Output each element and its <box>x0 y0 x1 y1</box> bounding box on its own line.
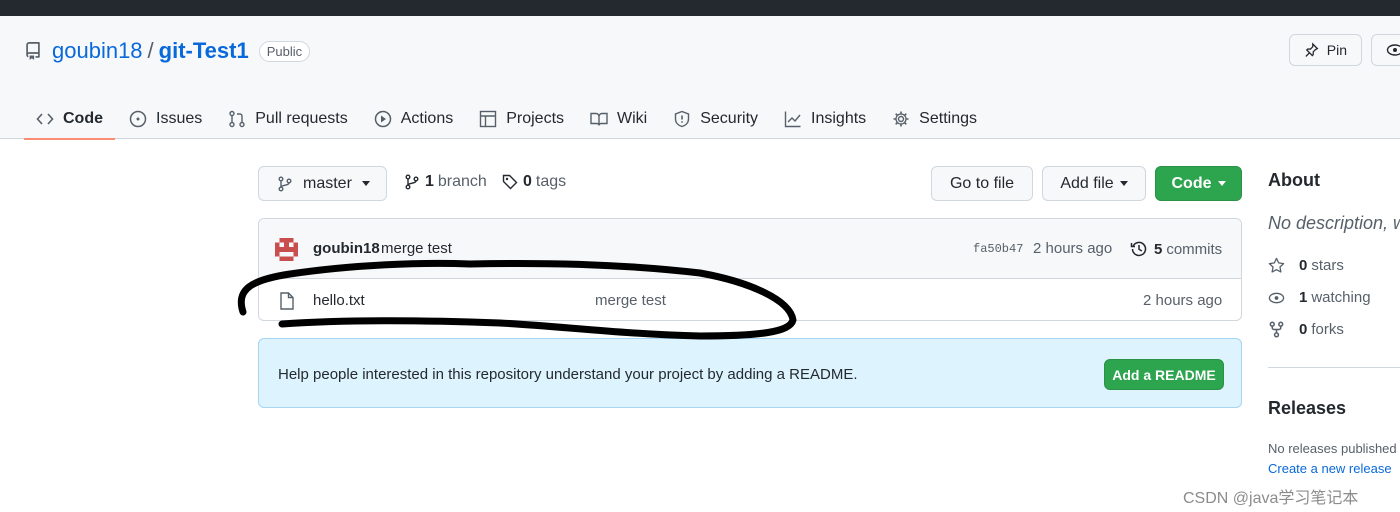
readme-banner: Help people interested in this repositor… <box>258 338 1242 408</box>
commit-message-link[interactable]: merge test <box>381 240 452 257</box>
chevron-down-icon <box>1217 181 1226 186</box>
table-row[interactable]: hello.txt merge test 2 hours ago <box>259 280 1241 320</box>
tab-label: Insights <box>811 109 867 127</box>
forks-count: 0 <box>1299 321 1308 338</box>
about-heading: About <box>1268 170 1320 190</box>
issue-icon <box>129 110 147 127</box>
pull-request-icon <box>229 110 245 127</box>
watching-count: 1 <box>1299 289 1308 306</box>
branch-select-button[interactable]: master <box>258 166 387 201</box>
commits-label: commits <box>1166 240 1223 258</box>
fork-icon <box>1269 321 1284 338</box>
tag-count: 0 <box>523 173 532 190</box>
tab-label: Security <box>700 109 759 127</box>
branches-link[interactable]: 1 branch <box>404 173 487 191</box>
tag-icon <box>502 174 518 190</box>
shield-icon <box>675 110 690 127</box>
chevron-down-icon <box>1119 181 1128 186</box>
tab-code[interactable]: Code <box>24 98 115 140</box>
commit-sha-link[interactable]: fa50b47 <box>973 242 1023 256</box>
branch-icon <box>278 176 292 191</box>
sidebar-divider <box>1268 367 1400 368</box>
releases-heading[interactable]: Releases <box>1268 398 1346 419</box>
tab-settings[interactable]: Settings <box>880 98 989 139</box>
watermark: CSDN @java学习笔记本 <box>1183 490 1359 507</box>
repo-tabs: Code Issues Pull requests Actions Projec… <box>24 98 991 140</box>
code-button[interactable]: Code <box>1155 166 1242 201</box>
tab-pull-requests[interactable]: Pull requests <box>216 98 360 139</box>
eye-icon <box>1386 44 1400 56</box>
tab-actions[interactable]: Actions <box>362 98 465 139</box>
create-release-link[interactable]: Create a new release <box>1268 461 1392 476</box>
global-header-bar <box>0 0 1400 16</box>
tab-label: Code <box>63 109 103 127</box>
go-to-file-label: Go to file <box>949 174 1015 192</box>
tag-label: tags <box>535 173 567 190</box>
stars-link[interactable]: 0 stars <box>1268 257 1344 274</box>
tab-label: Issues <box>156 109 203 127</box>
history-icon <box>1130 241 1147 257</box>
tab-label: Pull requests <box>255 109 348 127</box>
tab-label: Projects <box>506 109 565 127</box>
latest-commit-row: goubin18 merge test fa50b47 2 hours ago … <box>259 219 1241 279</box>
repo-icon <box>26 42 40 60</box>
stars-label: stars <box>1311 257 1344 274</box>
gear-icon <box>893 111 909 126</box>
branch-label: branch <box>437 173 487 190</box>
pin-label: Pin <box>1326 42 1347 58</box>
file-commit-message-link[interactable]: merge test <box>595 292 666 309</box>
add-file-button[interactable]: Add file <box>1042 166 1146 201</box>
about-description: No description, w <box>1268 213 1400 233</box>
repo-owner-link[interactable]: goubin18 <box>52 38 143 64</box>
tab-projects[interactable]: Projects <box>467 98 576 139</box>
tab-wiki[interactable]: Wiki <box>578 98 659 139</box>
go-to-file-button[interactable]: Go to file <box>931 166 1033 201</box>
commit-author-link[interactable]: goubin18 <box>313 240 380 257</box>
stars-count: 0 <box>1299 257 1308 274</box>
repo-title: goubin18 / git-Test1 Public <box>24 38 311 64</box>
branch-count: 1 <box>425 173 434 190</box>
file-name-link[interactable]: hello.txt <box>313 292 365 309</box>
code-icon <box>36 112 54 125</box>
file-browser: goubin18 merge test fa50b47 2 hours ago … <box>258 218 1242 321</box>
tab-label: Actions <box>400 109 454 127</box>
path-separator: / <box>147 38 154 63</box>
file-icon <box>280 292 294 310</box>
tab-issues[interactable]: Issues <box>117 98 214 139</box>
eye-icon <box>1268 292 1285 303</box>
code-label: Code <box>1171 174 1212 192</box>
chevron-down-icon <box>361 181 370 186</box>
commit-time: 2 hours ago <box>1033 240 1113 257</box>
tab-label: Settings <box>919 109 977 127</box>
watching-label: watching <box>1311 289 1371 306</box>
readme-message: Help people interested in this repositor… <box>278 366 858 383</box>
branch-name: master <box>303 174 352 192</box>
repo-name-link[interactable]: git-Test1 <box>159 38 249 64</box>
tags-link[interactable]: 0 tags <box>502 173 566 191</box>
graph-icon <box>784 111 801 127</box>
visibility-badge: Public <box>258 40 311 62</box>
pin-button[interactable]: Pin <box>1289 34 1362 66</box>
commit-count: 5 <box>1154 240 1163 258</box>
add-readme-button[interactable]: Add a README <box>1104 359 1224 390</box>
tab-insights[interactable]: Insights <box>772 98 878 139</box>
play-icon <box>374 110 391 127</box>
branch-icon <box>405 174 419 190</box>
table-icon <box>480 110 497 127</box>
watchers-link[interactable]: 1 watching <box>1268 289 1371 306</box>
pin-icon <box>1305 42 1319 57</box>
commits-history-link[interactable]: 5 commits <box>1130 240 1222 258</box>
repo-header: goubin18 / git-Test1 Public Pin Code Iss… <box>0 16 1400 140</box>
add-file-label: Add file <box>1060 174 1114 192</box>
avatar[interactable] <box>275 238 298 261</box>
watch-button[interactable] <box>1371 34 1400 66</box>
tab-security[interactable]: Security <box>661 98 770 139</box>
star-icon <box>1268 257 1285 273</box>
book-icon <box>590 112 608 126</box>
tab-label: Wiki <box>617 109 648 127</box>
forks-link[interactable]: 0 forks <box>1268 321 1344 338</box>
releases-empty-text: No releases published <box>1268 441 1397 456</box>
file-commit-time: 2 hours ago <box>1143 292 1223 309</box>
forks-label: forks <box>1311 321 1344 338</box>
